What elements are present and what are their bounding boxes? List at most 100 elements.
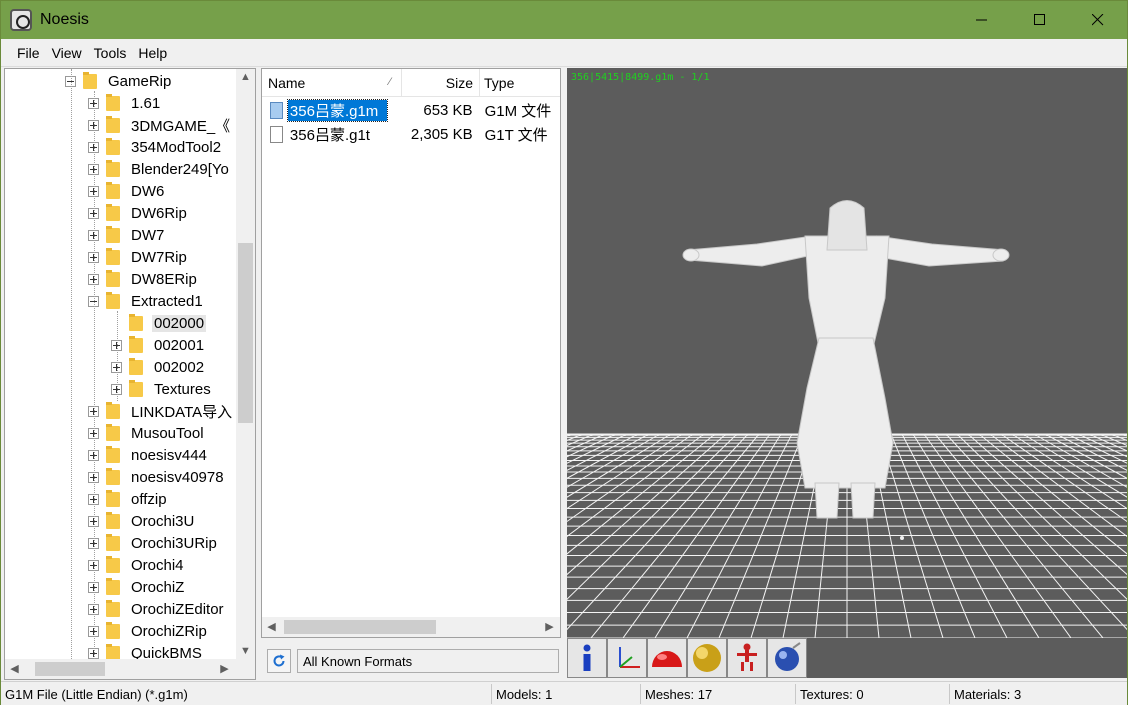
list-horizontal-scroll-thumb[interactable] bbox=[284, 620, 436, 634]
tree-item[interactable]: 002000 bbox=[111, 312, 207, 334]
file-row[interactable]: 356吕蒙.g1m 653 KB G1M 文件 bbox=[262, 98, 560, 122]
noesis-app-icon[interactable] bbox=[10, 9, 32, 31]
format-filter-dropdown[interactable]: All Known Formats bbox=[297, 649, 559, 673]
list-scroll-left-icon[interactable]: ◀ bbox=[262, 620, 281, 633]
folder-icon bbox=[106, 555, 120, 573]
red-dome-icon bbox=[652, 651, 682, 667]
skeleton-icon bbox=[737, 643, 757, 671]
tree-item[interactable]: Blender249[Yo bbox=[88, 158, 231, 180]
tree-item[interactable]: QuickBMS bbox=[88, 642, 204, 659]
info-button[interactable] bbox=[567, 638, 607, 678]
menu-help[interactable]: Help bbox=[132, 45, 173, 61]
tree-item-label: DW8ERip bbox=[131, 270, 197, 288]
skeleton-button[interactable] bbox=[727, 638, 767, 678]
minimize-icon bbox=[976, 19, 987, 21]
tree-item[interactable]: OrochiZEditor bbox=[88, 598, 226, 620]
tree-item[interactable]: DW6Rip bbox=[88, 202, 189, 224]
file-list-horizontal-scrollbar[interactable]: ◀ ▶ bbox=[262, 617, 560, 637]
tree-item[interactable]: MusouTool bbox=[88, 422, 206, 444]
folder-icon bbox=[83, 71, 97, 89]
folder-icon bbox=[106, 423, 120, 441]
tree-item[interactable]: noesisv444 bbox=[88, 444, 209, 466]
tree-item-label: DW6 bbox=[131, 182, 165, 200]
folder-icon bbox=[106, 489, 120, 507]
status-bar: G1M File (Little Endian) (*.g1m) Models:… bbox=[1, 681, 1127, 705]
model-viewport[interactable]: 356|5415|8499.g1m - 1/1 bbox=[567, 68, 1127, 678]
tree-item[interactable]: OrochiZ bbox=[88, 576, 186, 598]
tree-vertical-scroll-thumb[interactable] bbox=[238, 243, 253, 423]
tree-vertical-scrollbar[interactable]: ▲ ▼ bbox=[236, 69, 255, 659]
tree-item[interactable]: 002002 bbox=[111, 356, 206, 378]
tree-item[interactable]: DW7Rip bbox=[88, 246, 189, 268]
tree-item-label: Textures bbox=[154, 380, 211, 398]
file-size: 2,305 KB bbox=[410, 125, 473, 143]
character-model bbox=[682, 200, 1010, 519]
tree-item[interactable]: 3DMGAME_《 bbox=[88, 114, 232, 136]
tree-item-label: Blender249[Yo bbox=[131, 160, 229, 178]
tree-item[interactable]: Textures bbox=[111, 378, 213, 400]
red-dome-button[interactable] bbox=[647, 638, 687, 678]
tree-item[interactable]: noesisv40978 bbox=[88, 466, 226, 488]
tree-item[interactable]: 1.61 bbox=[88, 92, 162, 114]
tree-horizontal-scroll-thumb[interactable] bbox=[35, 662, 105, 676]
minimize-button[interactable] bbox=[953, 1, 1011, 39]
column-header-type[interactable]: Type bbox=[480, 69, 560, 97]
tree-horizontal-scrollbar[interactable]: ◀ ▶ bbox=[5, 659, 237, 679]
tree-item[interactable]: 002001 bbox=[111, 334, 206, 356]
axes-button[interactable] bbox=[607, 638, 647, 678]
viewport-scene bbox=[567, 200, 1127, 638]
scroll-right-icon[interactable]: ▶ bbox=[215, 662, 234, 675]
tree-item-label: Orochi3URip bbox=[131, 534, 217, 552]
tree-item[interactable]: DW7 bbox=[88, 224, 166, 246]
tree-item-label: 002001 bbox=[154, 336, 205, 354]
scroll-down-icon[interactable]: ▼ bbox=[236, 645, 255, 657]
tree-item[interactable]: LINKDATA导入 bbox=[88, 400, 234, 422]
close-icon bbox=[1092, 14, 1104, 26]
tree-item[interactable]: GameRip bbox=[65, 70, 173, 92]
file-list[interactable]: Name ⁄ Size Type 356吕蒙.g1m 653 KB G1M 文件 35… bbox=[261, 68, 561, 638]
title-bar[interactable]: Noesis bbox=[1, 1, 1127, 39]
column-header-size[interactable]: Size bbox=[402, 69, 480, 97]
tree-item[interactable]: Orochi3U bbox=[88, 510, 196, 532]
list-scroll-right-icon[interactable]: ▶ bbox=[540, 620, 559, 633]
menu-view[interactable]: View bbox=[46, 45, 88, 61]
tree-item-label: GameRip bbox=[108, 72, 172, 90]
scroll-up-icon[interactable]: ▲ bbox=[236, 71, 255, 83]
file-type: G1T 文件 bbox=[484, 126, 548, 144]
refresh-button[interactable] bbox=[267, 649, 291, 673]
tree-item[interactable]: Orochi3URip bbox=[88, 532, 219, 554]
tree-item[interactable]: DW6 bbox=[88, 180, 166, 202]
menu-tools[interactable]: Tools bbox=[88, 45, 133, 61]
column-header-name[interactable]: Name ⁄ bbox=[262, 69, 402, 97]
tree-item[interactable]: OrochiZRip bbox=[88, 620, 209, 642]
file-icon bbox=[270, 125, 283, 143]
tree-item[interactable]: DW8ERip bbox=[88, 268, 199, 290]
gold-sphere-button[interactable] bbox=[687, 638, 727, 678]
folder-icon bbox=[106, 247, 120, 265]
tree-connector-line bbox=[71, 69, 72, 659]
tree-item[interactable]: Orochi4 bbox=[88, 554, 186, 576]
folder-icon bbox=[106, 93, 120, 111]
tree-item-label: Orochi3U bbox=[131, 512, 195, 530]
maximize-button[interactable] bbox=[1011, 1, 1069, 39]
file-row[interactable]: 356吕蒙.g1t 2,305 KB G1T 文件 bbox=[262, 122, 560, 146]
folder-icon bbox=[129, 335, 143, 353]
status-meshes: Meshes: 17 bbox=[640, 684, 794, 704]
tree-item[interactable]: Extracted1 bbox=[88, 290, 205, 312]
close-button[interactable] bbox=[1069, 1, 1127, 39]
file-size: 653 KB bbox=[423, 101, 473, 119]
tree-item-label: noesisv40978 bbox=[131, 468, 224, 486]
menu-bar: File View Tools Help bbox=[1, 39, 1127, 67]
tree-item-label: noesisv444 bbox=[131, 446, 207, 464]
tree-item[interactable]: offzip bbox=[88, 488, 169, 510]
folder-icon bbox=[106, 137, 120, 155]
tree-item-label: Orochi4 bbox=[131, 556, 184, 574]
folder-tree[interactable]: GameRip 1.61 3DMGAME_《 354ModTool2 Blender24… bbox=[4, 68, 256, 680]
folder-icon bbox=[106, 115, 120, 133]
file-type: G1M 文件 bbox=[484, 102, 552, 120]
blue-sphere-button[interactable] bbox=[767, 638, 807, 678]
scroll-left-icon[interactable]: ◀ bbox=[5, 662, 24, 675]
menu-file[interactable]: File bbox=[11, 45, 46, 61]
tree-item[interactable]: 354ModTool2 bbox=[88, 136, 223, 158]
tree-item-label: DW7 bbox=[131, 226, 165, 244]
